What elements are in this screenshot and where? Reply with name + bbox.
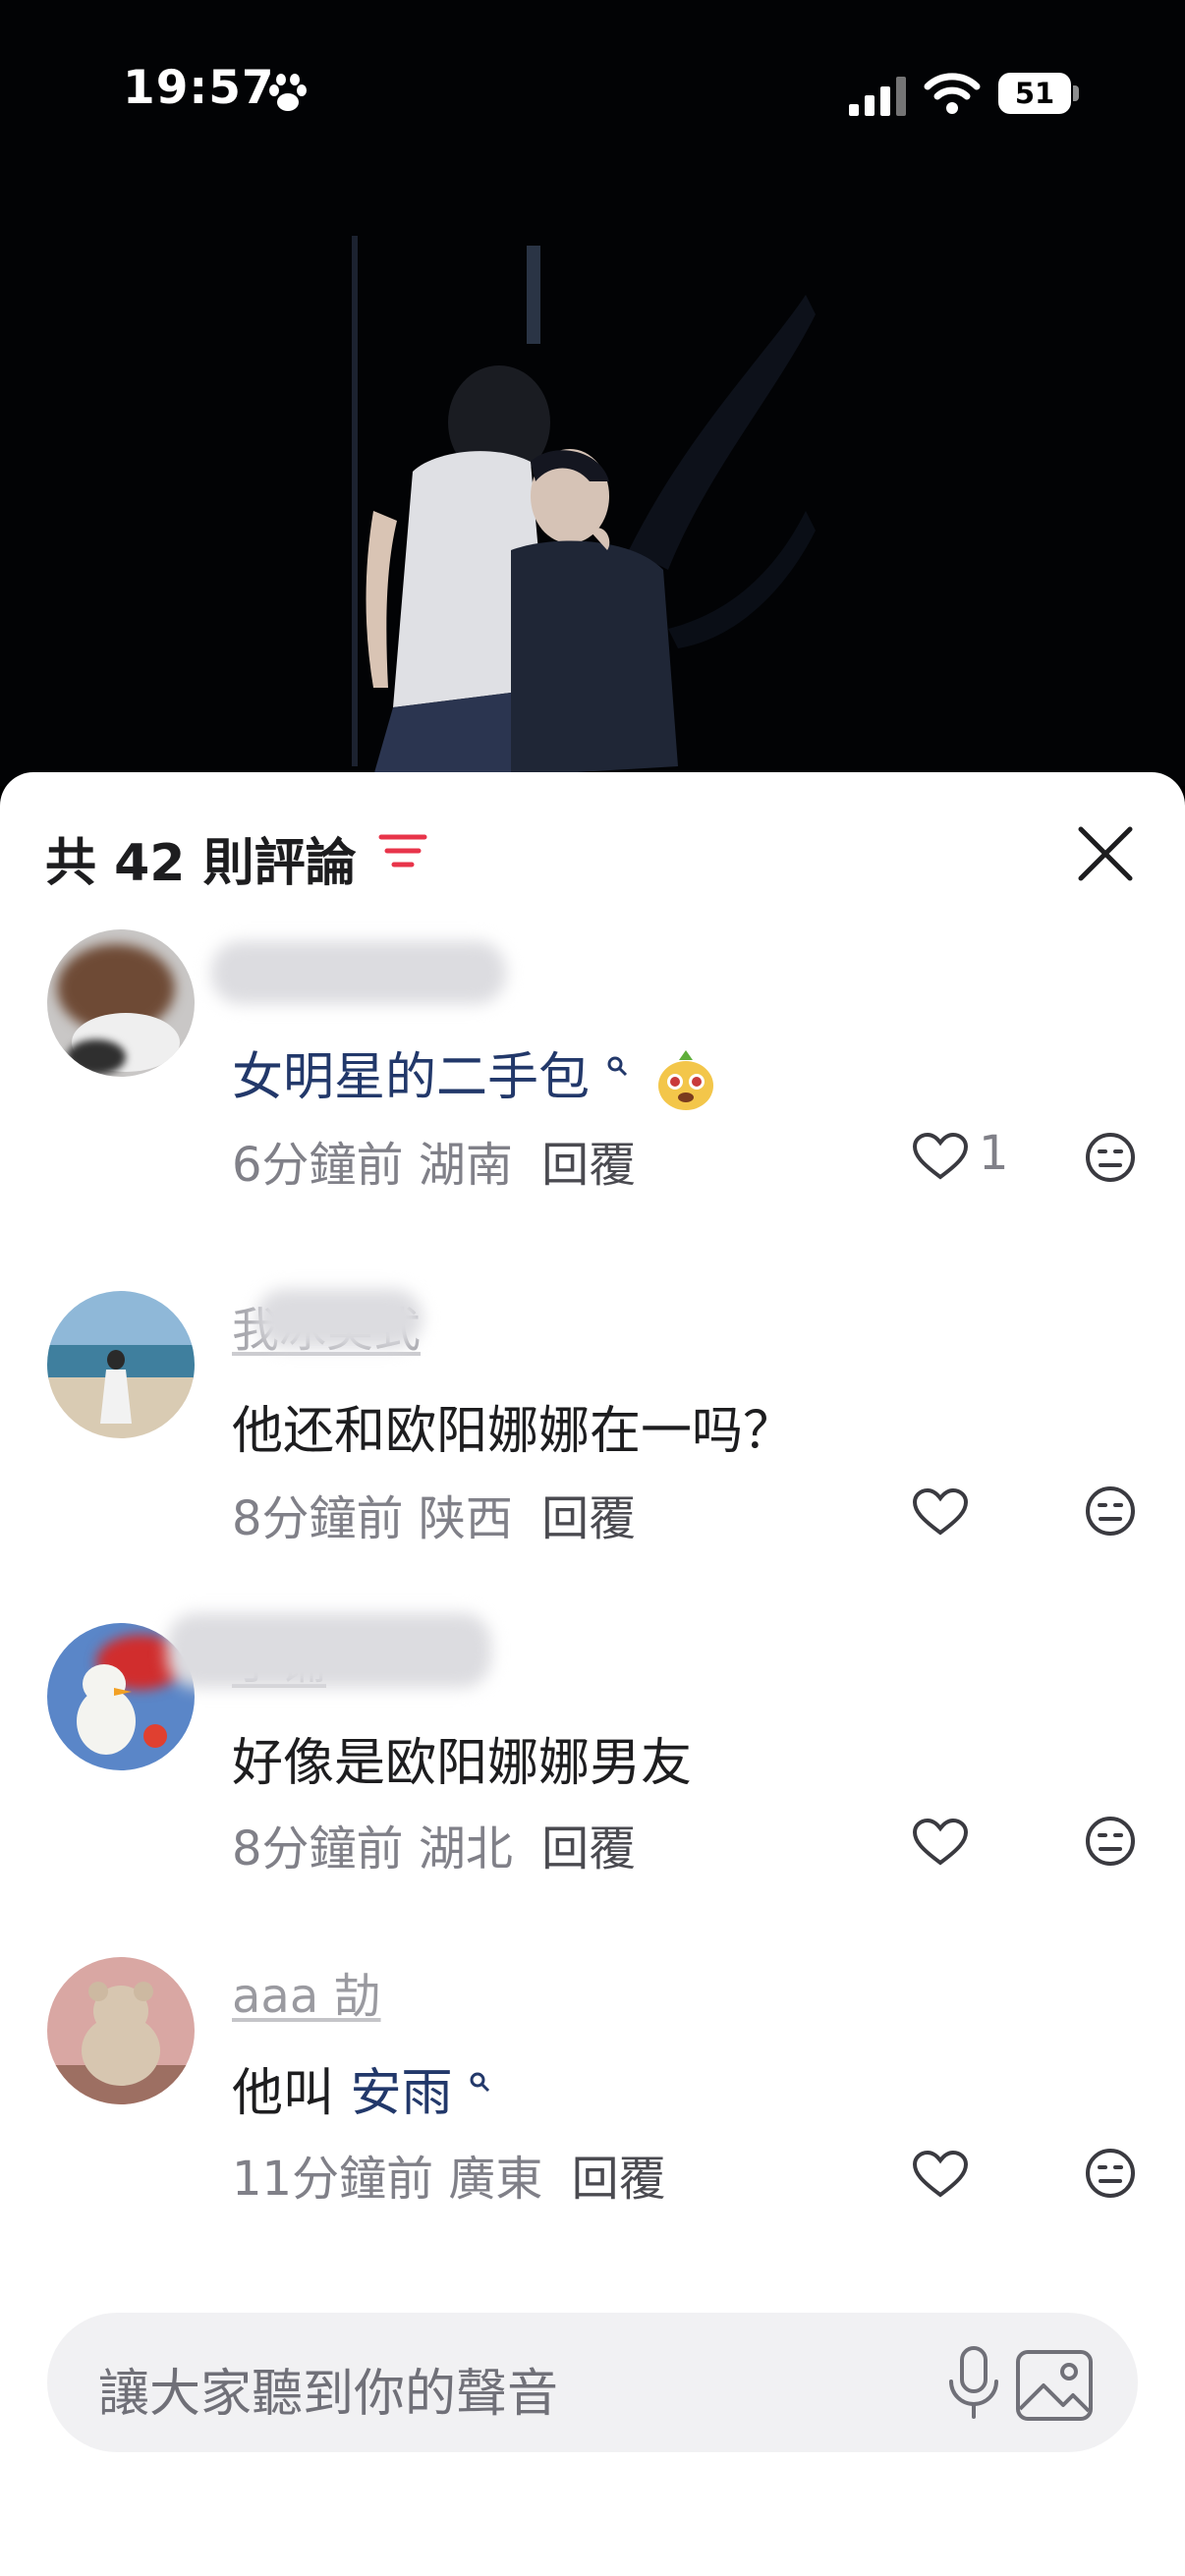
neutral-face-icon[interactable]	[1085, 2148, 1136, 2199]
search-icon	[607, 1056, 627, 1076]
comment-text: 他叫 安雨	[232, 2051, 490, 2125]
search-link[interactable]: 安雨	[351, 2064, 453, 2123]
comment-location: 廣東	[448, 2152, 543, 2207]
sort-filter-icon[interactable]	[377, 831, 428, 874]
image-icon[interactable]	[1014, 2348, 1095, 2423]
heart-icon[interactable]	[912, 1818, 969, 1867]
neutral-face-icon[interactable]	[1085, 1132, 1136, 1183]
comment-location: 陕西	[418, 1491, 513, 1546]
heart-icon[interactable]	[912, 1487, 969, 1537]
avatar[interactable]	[47, 1291, 195, 1438]
comment-meta: 11分鐘前 廣東 回覆	[232, 2140, 666, 2209]
comment-time: 8分鐘前	[232, 1491, 404, 1546]
comment-time: 8分鐘前	[232, 1821, 404, 1876]
signal-icon	[849, 77, 906, 116]
comment-time: 11分鐘前	[232, 2152, 434, 2207]
comment-text: 他还和欧阳娜娜在一吗？	[232, 1402, 795, 1461]
reply-button[interactable]: 回覆	[572, 2152, 666, 2207]
search-link[interactable]: 女明星的二手包	[232, 1048, 590, 1107]
username-blurred	[211, 941, 506, 1004]
comment-item[interactable]: aaa 劼 他叫 安雨 11分鐘前 廣東 回覆	[0, 1957, 1185, 2271]
microphone-icon[interactable]	[939, 2344, 1008, 2423]
reply-button[interactable]: 回覆	[541, 1821, 636, 1876]
neutral-face-icon[interactable]	[1085, 1816, 1136, 1867]
mascot-emoji-icon	[658, 1050, 714, 1110]
username[interactable]: aaa 劼	[232, 1957, 381, 2026]
comments-count-title: 共 42 則評論	[45, 834, 357, 893]
reply-button[interactable]: 回覆	[541, 1138, 636, 1193]
comment-text-prefix: 他叫	[232, 2064, 351, 2123]
comment-meta: 8分鐘前 陕西 回覆	[232, 1480, 636, 1548]
avatar[interactable]	[47, 1957, 195, 2104]
comment-time: 6分鐘前	[232, 1138, 404, 1193]
wifi-icon	[924, 73, 981, 114]
comments-sheet: 共 42 則評論 女明星的二手包 6分鐘前 湖南 回覆 1 他还和欧阳娜娜在一吗…	[0, 772, 1185, 2576]
status-bar: 19:57 51	[0, 0, 1185, 196]
comment-meta: 6分鐘前 湖南 回覆	[232, 1126, 636, 1195]
battery-level: 51	[998, 73, 1071, 114]
comment-input-bar[interactable]: 讓大家聽到你的聲音	[47, 2313, 1138, 2452]
comment-input[interactable]: 讓大家聽到你的聲音	[98, 2352, 558, 2426]
comment-meta: 8分鐘前 湖北 回覆	[232, 1810, 636, 1878]
paw-icon	[269, 74, 307, 111]
comment-item[interactable]: 我冰美式 他还和欧阳娜娜在一吗？ 8分鐘前 陕西 回覆	[0, 1289, 1185, 1605]
comment-text: 女明星的二手包	[232, 1036, 718, 1113]
neutral-face-icon[interactable]	[1085, 1485, 1136, 1537]
reply-button[interactable]: 回覆	[541, 1491, 636, 1546]
comment-text: 好像是欧阳娜娜男友	[232, 1734, 693, 1793]
heart-icon[interactable]	[912, 2150, 969, 2199]
comment-location: 湖北	[418, 1821, 513, 1876]
comment-item[interactable]: 于铺 好像是欧阳娜娜男友 8分鐘前 湖北 回覆	[0, 1613, 1185, 1937]
battery-icon: 51	[998, 73, 1079, 114]
close-icon[interactable]	[1075, 823, 1136, 884]
comment-location: 湖南	[418, 1138, 513, 1193]
comment-item[interactable]: 女明星的二手包 6分鐘前 湖南 回覆 1	[0, 929, 1185, 1244]
search-icon	[470, 2072, 490, 2092]
avatar[interactable]	[47, 929, 195, 1077]
status-time: 19:57	[123, 61, 275, 115]
like-count: 1	[979, 1126, 1009, 1181]
heart-icon[interactable]	[912, 1132, 969, 1181]
